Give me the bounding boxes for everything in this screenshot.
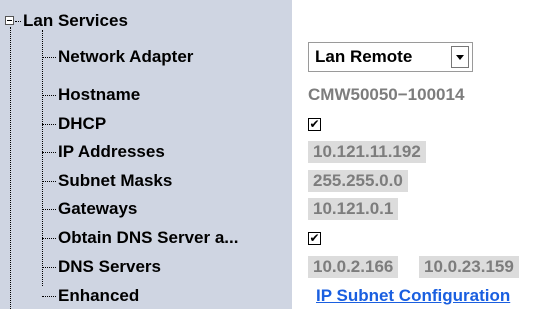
tree-connector (42, 57, 56, 58)
tree-connector (42, 181, 56, 182)
tree-item-hostname[interactable]: Hostname (58, 85, 140, 105)
tree-root-line (10, 27, 11, 309)
hostname-value: CMW50050−100014 (308, 85, 465, 104)
obtain-dns-checkbox[interactable]: ✔ (308, 232, 321, 245)
dns-server-field-2[interactable]: 10.0.23.159 (419, 256, 519, 278)
tree-item-network-adapter[interactable]: Network Adapter (58, 47, 193, 67)
tree-item-gateways[interactable]: Gateways (58, 199, 137, 219)
tree-root-lan-services[interactable]: Lan Services (23, 11, 128, 31)
tree-connector (42, 238, 56, 239)
tree-item-ip-addresses[interactable]: IP Addresses (58, 142, 165, 162)
tree-connector (42, 209, 56, 210)
tree-item-subnet-masks[interactable]: Subnet Masks (58, 171, 172, 191)
tree-connector (42, 95, 56, 96)
chevron-down-icon[interactable] (451, 46, 469, 68)
tree-connector (42, 267, 56, 268)
network-adapter-selected: Lan Remote (315, 47, 413, 66)
tree-connector (15, 21, 21, 22)
tree-item-dhcp[interactable]: DHCP (58, 114, 106, 134)
ip-subnet-configuration-link[interactable]: IP Subnet Configuration (316, 286, 510, 306)
tree-item-obtain-dns[interactable]: Obtain DNS Server a... (58, 228, 238, 248)
dhcp-checkbox[interactable]: ✔ (308, 118, 321, 131)
network-adapter-select[interactable]: Lan Remote (308, 42, 473, 72)
collapse-minus-icon[interactable] (5, 16, 14, 25)
dns-server-field-1[interactable]: 10.0.2.166 (308, 256, 399, 278)
tree-connector (42, 124, 56, 125)
tree-connector (42, 296, 56, 297)
tree-item-dns-servers[interactable]: DNS Servers (58, 257, 161, 277)
gateway-field[interactable]: 10.121.0.1 (308, 198, 399, 220)
ip-address-field[interactable]: 10.121.11.192 (308, 141, 426, 163)
tree-connector (42, 152, 56, 153)
tree-branch-line (42, 30, 43, 286)
tree-item-enhanced[interactable]: Enhanced (58, 286, 139, 306)
subnet-mask-field[interactable]: 255.255.0.0 (308, 170, 408, 192)
